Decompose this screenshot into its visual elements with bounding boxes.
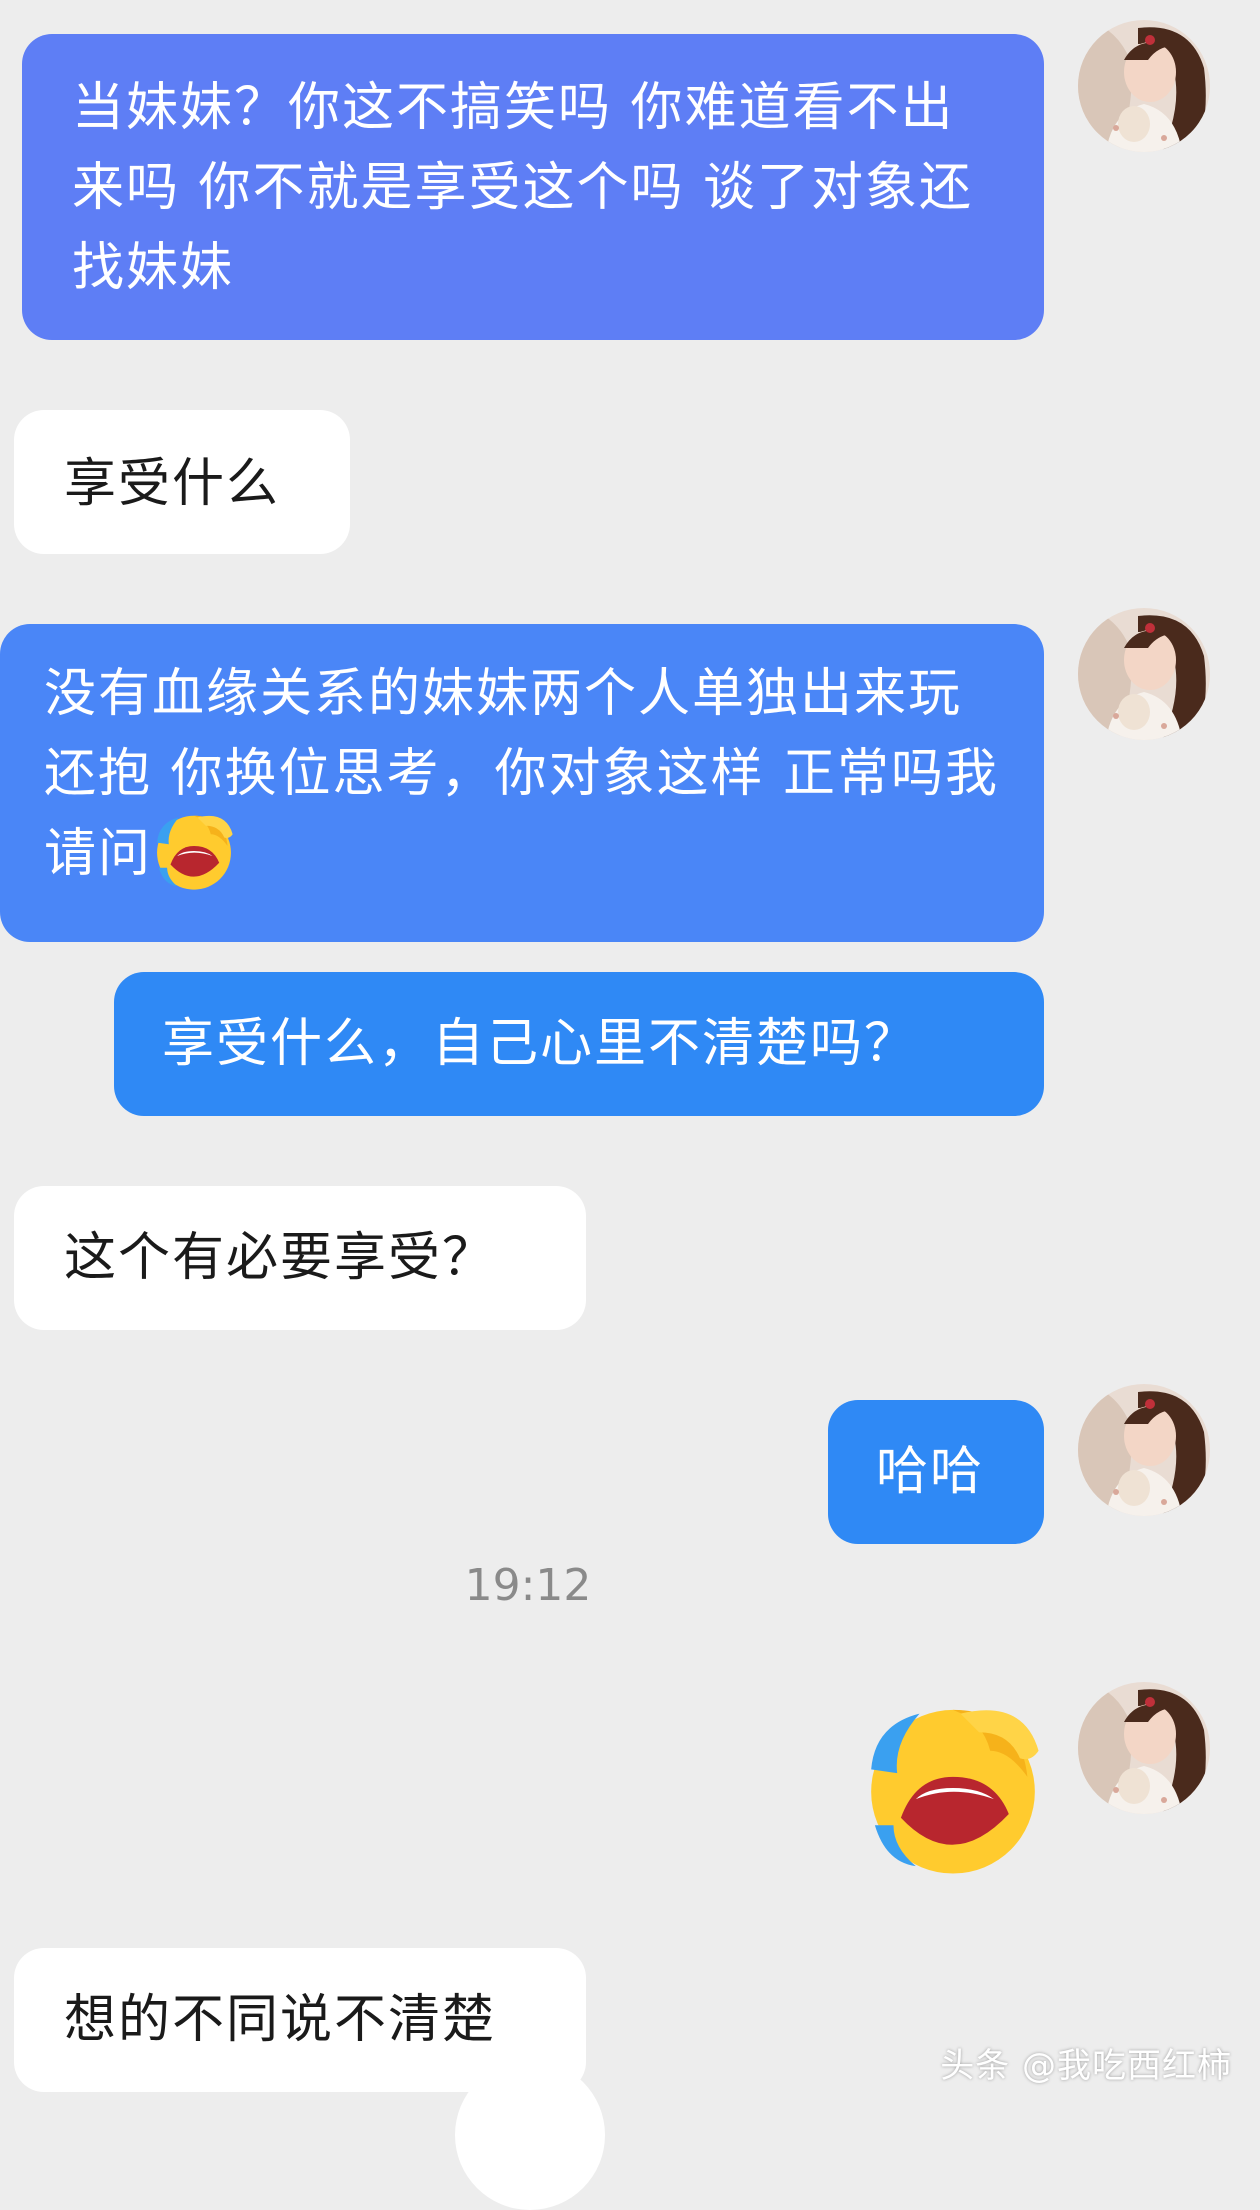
message-bubble-incoming[interactable]: 享受什么 — [14, 410, 350, 554]
message-bubble-outgoing[interactable]: 当妹妹？你这不搞笑吗 你难道看不出来吗 你不就是享受这个吗 谈了对象还找妹妹 — [22, 34, 1044, 340]
timestamp: 19:12 — [464, 1560, 592, 1611]
avatar-image — [1078, 1384, 1210, 1516]
avatar-image — [1078, 608, 1210, 740]
laugh-cry-emoji-icon — [152, 809, 236, 893]
avatar[interactable] — [1078, 608, 1210, 740]
avatar-image — [1078, 20, 1210, 152]
message-bubble-outgoing[interactable]: 没有血缘关系的妹妹两个人单独出来玩还抱 你换位思考，你对象这样 正常吗我请问 — [0, 624, 1044, 942]
message-bubble-outgoing[interactable]: 享受什么，自己心里不清楚吗？ — [114, 972, 1044, 1116]
laugh-cry-emoji-icon[interactable] — [860, 1695, 1046, 1881]
message-bubble-outgoing[interactable]: 哈哈 — [828, 1400, 1044, 1544]
avatar[interactable] — [1078, 1682, 1210, 1814]
avatar[interactable] — [1078, 20, 1210, 152]
message-bubble-incoming[interactable]: 这个有必要享受？ — [14, 1186, 586, 1330]
avatar[interactable] — [1078, 1384, 1210, 1516]
partial-bubble — [455, 2060, 605, 2210]
watermark: 头条 @我吃西红柿 — [940, 2046, 1232, 2086]
avatar-image — [1078, 1682, 1210, 1814]
